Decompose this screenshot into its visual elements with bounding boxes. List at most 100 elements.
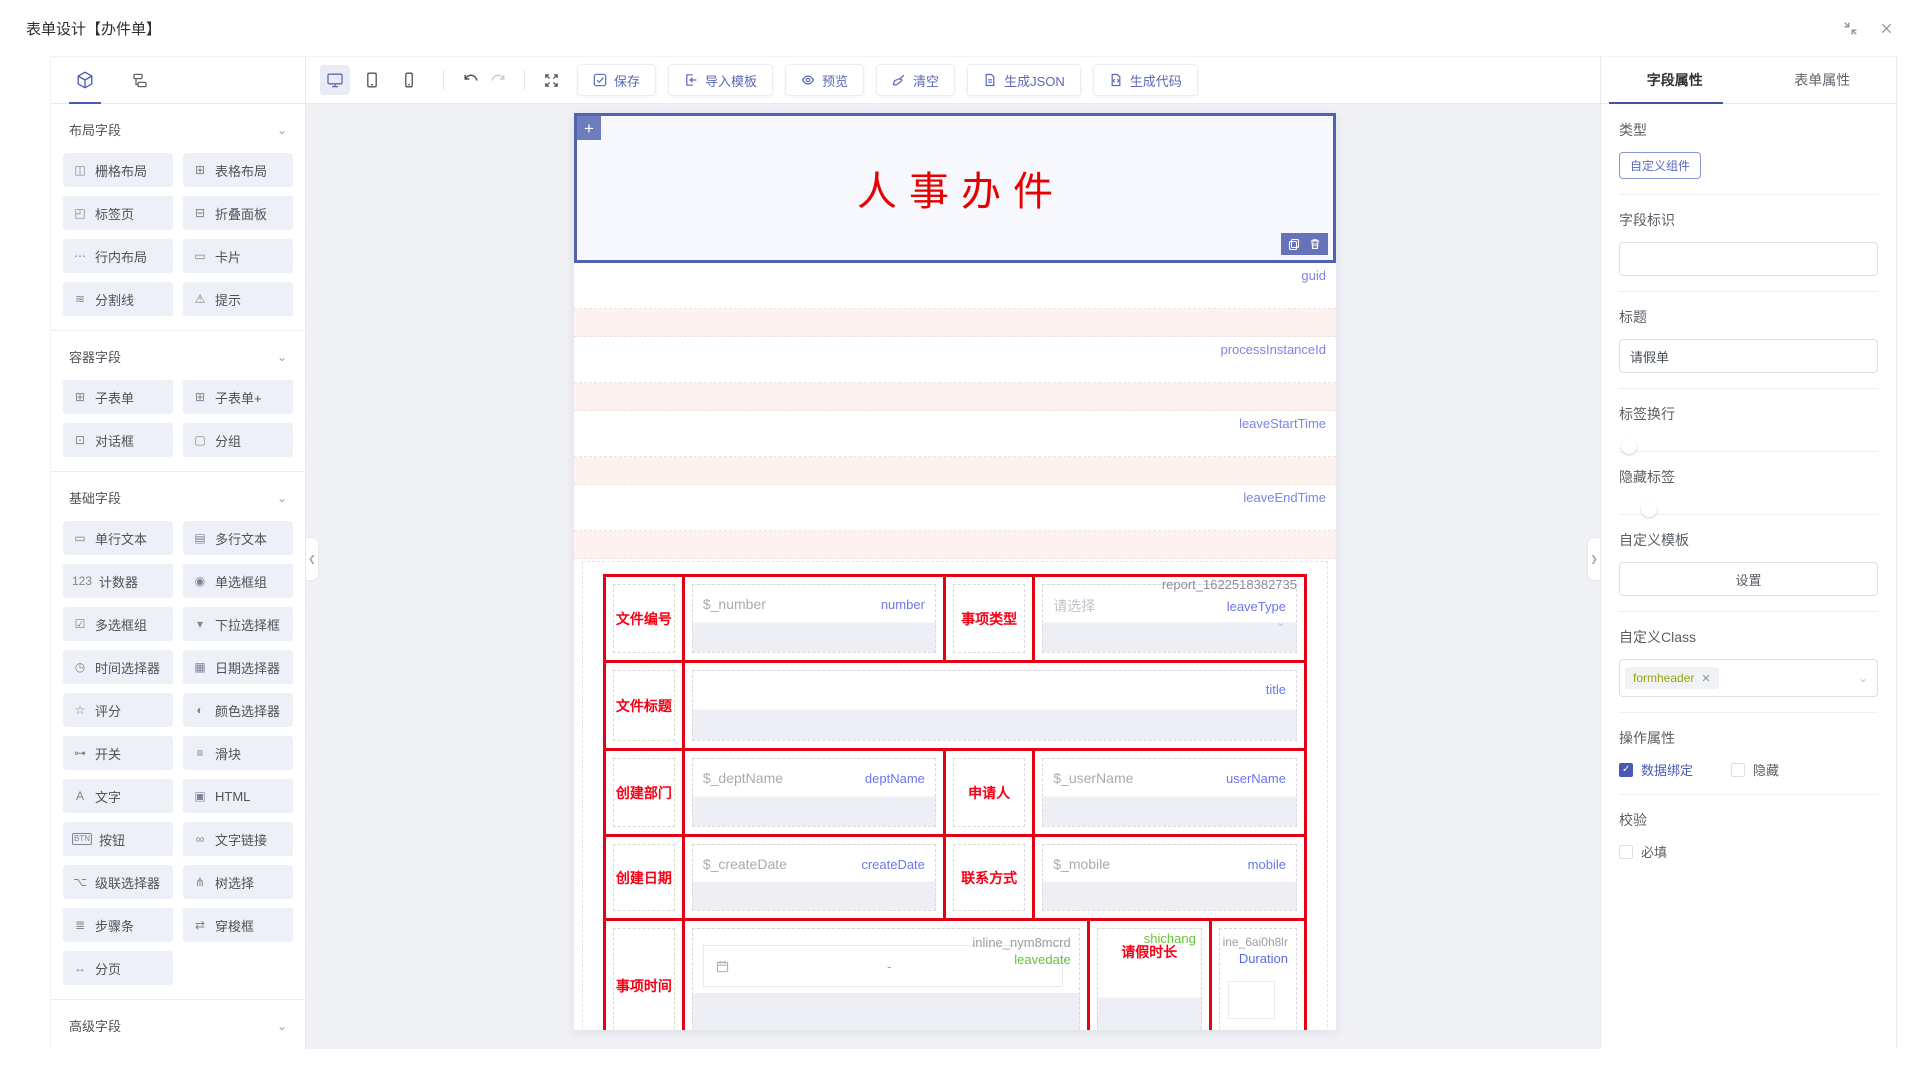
hidden-field-row[interactable]: leaveStartTime bbox=[574, 411, 1336, 457]
palette-item-inline-layout[interactable]: ⋯行内布局 bbox=[63, 239, 173, 273]
palette-item-counter[interactable]: 123计数器 bbox=[63, 564, 173, 598]
group-title: 标题 请假单 bbox=[1619, 307, 1878, 389]
palette-item-transfer[interactable]: ⇄穿梭框 bbox=[183, 908, 293, 942]
palette-item-button[interactable]: BTN按钮 bbox=[63, 822, 173, 856]
section-header-basic[interactable]: 基础字段 bbox=[63, 488, 293, 507]
palette-item-dialog[interactable]: ⊡对话框 bbox=[63, 423, 173, 457]
generate-json-button[interactable]: 生成JSON bbox=[967, 64, 1081, 96]
palette-item-link[interactable]: ∞文字链接 bbox=[183, 822, 293, 856]
collapse-left-panel-handle[interactable] bbox=[306, 537, 319, 581]
palette-item-textarea[interactable]: ▤多行文本 bbox=[183, 521, 293, 555]
design-area: 保存 导入模板 预览 清空 生成JSON 生成代码 人事办件 guid pr bbox=[306, 56, 1600, 1049]
section-header-advanced[interactable]: 高级字段 bbox=[63, 1016, 293, 1035]
label-cell-matter-type[interactable]: 事项类型 bbox=[946, 577, 1035, 660]
palette-item-tabs[interactable]: ◰标签页 bbox=[63, 196, 173, 230]
palette-item-card[interactable]: ▭卡片 bbox=[183, 239, 293, 273]
input-cell-title[interactable]: title bbox=[685, 663, 1304, 748]
palette-item-tree-select[interactable]: ⋔树选择 bbox=[183, 865, 293, 899]
palette-item-pagination[interactable]: ↔分页 bbox=[63, 951, 173, 985]
palette-item-date-picker[interactable]: ▦日期选择器 bbox=[183, 650, 293, 684]
duration-input-cell[interactable]: ine_6ai0h8lrDuration bbox=[1212, 921, 1304, 1030]
close-icon[interactable] bbox=[1879, 21, 1894, 36]
move-handle-icon[interactable] bbox=[577, 116, 601, 140]
palette-item-slider[interactable]: ≡滑块 bbox=[183, 736, 293, 770]
label-cell-file-title[interactable]: 文件标题 bbox=[606, 663, 685, 748]
input-cell-number[interactable]: $_numbernumber bbox=[685, 577, 946, 660]
palette-item-select[interactable]: ▾下拉选择框 bbox=[183, 607, 293, 641]
palette-item-grid-layout[interactable]: ◫栅格布局 bbox=[63, 153, 173, 187]
palette-item-alert[interactable]: ⚠提示 bbox=[183, 282, 293, 316]
input-cell-dept-name[interactable]: $_deptNamedeptName bbox=[685, 751, 946, 834]
form-canvas[interactable]: 人事办件 guid processInstanceId leaveStartTi… bbox=[306, 104, 1600, 1049]
palette-item-rate[interactable]: ☆评分 bbox=[63, 693, 173, 727]
field-key-input[interactable] bbox=[1619, 242, 1878, 276]
data-bind-checkbox[interactable]: 数据绑定 bbox=[1619, 760, 1693, 779]
input-cell-create-date[interactable]: $_createDatecreateDate bbox=[685, 837, 946, 918]
input-cell-user-name[interactable]: $_userNameuserName bbox=[1035, 751, 1304, 834]
date-range-cell[interactable]: inline_nym8mcrdleavedate - bbox=[685, 921, 1090, 1030]
hidden-checkbox[interactable]: 隐藏 bbox=[1731, 760, 1779, 779]
settings-button[interactable]: 设置 bbox=[1619, 562, 1878, 596]
device-tablet-button[interactable] bbox=[357, 65, 387, 95]
palette-item-collapse[interactable]: ⊟折叠面板 bbox=[183, 196, 293, 230]
import-template-button[interactable]: 导入模板 bbox=[668, 64, 773, 96]
tab-form-properties[interactable]: 表单属性 bbox=[1749, 57, 1897, 103]
tab-field-properties[interactable]: 字段属性 bbox=[1601, 57, 1749, 103]
generate-code-button[interactable]: 生成代码 bbox=[1093, 64, 1198, 96]
device-phone-button[interactable] bbox=[394, 65, 424, 95]
hidden-component-row[interactable] bbox=[574, 383, 1336, 411]
save-button[interactable]: 保存 bbox=[577, 64, 656, 96]
hidden-field-row[interactable]: processInstanceId bbox=[574, 337, 1336, 383]
palette-item-divider[interactable]: ≋分割线 bbox=[63, 282, 173, 316]
device-desktop-button[interactable] bbox=[320, 65, 350, 95]
label-cell-contact[interactable]: 联系方式 bbox=[946, 837, 1035, 918]
palette-item-steps[interactable]: ≣步骤条 bbox=[63, 908, 173, 942]
hidden-component-row[interactable] bbox=[574, 457, 1336, 485]
palette-item-text[interactable]: A文字 bbox=[63, 779, 173, 813]
title-input[interactable]: 请假单 bbox=[1619, 339, 1878, 373]
label-cell-create-dept[interactable]: 创建部门 bbox=[606, 751, 685, 834]
section-header-layout[interactable]: 布局字段 bbox=[63, 120, 293, 139]
copy-icon[interactable] bbox=[1288, 238, 1300, 250]
fullscreen-button[interactable] bbox=[537, 66, 565, 94]
palette-item-switch[interactable]: ⊶开关 bbox=[63, 736, 173, 770]
section-basic-fields: 基础字段 ▭单行文本 ▤多行文本 123计数器 ◉单选框组 ☑多选框组 ▾下拉选… bbox=[51, 472, 305, 1000]
palette-item-radio-group[interactable]: ◉单选框组 bbox=[183, 564, 293, 598]
hidden-field-row[interactable]: leaveEndTime bbox=[574, 485, 1336, 531]
palette-item-table-layout[interactable]: ⊞表格布局 bbox=[183, 153, 293, 187]
palette-item-cascader[interactable]: ⌥级联选择器 bbox=[63, 865, 173, 899]
undo-button[interactable] bbox=[456, 66, 484, 94]
redo-button[interactable] bbox=[484, 66, 512, 94]
collapse-right-panel-handle[interactable] bbox=[1587, 537, 1600, 581]
duration-input[interactable] bbox=[1228, 981, 1275, 1019]
palette-item-group[interactable]: ▢分组 bbox=[183, 423, 293, 457]
palette-item-color-picker[interactable]: ◐颜色选择器 bbox=[183, 693, 293, 727]
palette-item-time-picker[interactable]: ◷时间选择器 bbox=[63, 650, 173, 684]
form-header-component-selected[interactable]: 人事办件 bbox=[574, 113, 1336, 263]
label-cell-applicant[interactable]: 申请人 bbox=[946, 751, 1035, 834]
hidden-component-row[interactable] bbox=[574, 531, 1336, 559]
tab-outline[interactable] bbox=[131, 57, 149, 103]
palette-item-checkbox-group[interactable]: ☑多选框组 bbox=[63, 607, 173, 641]
hidden-field-row[interactable]: guid bbox=[574, 263, 1336, 309]
class-select[interactable]: formheader bbox=[1619, 659, 1878, 697]
label-cell-file-number[interactable]: 文件编号 bbox=[606, 577, 685, 660]
exit-fullscreen-icon[interactable] bbox=[1842, 20, 1859, 37]
preview-button[interactable]: 预览 bbox=[785, 64, 864, 96]
label-cell-matter-time[interactable]: 事项时间 bbox=[606, 921, 685, 1030]
trash-icon[interactable] bbox=[1309, 238, 1321, 250]
component-palette-panel: 布局字段 ◫栅格布局 ⊞表格布局 ◰标签页 ⊟折叠面板 ⋯行内布局 ▭卡片 ≋分… bbox=[50, 56, 306, 1049]
input-cell-mobile[interactable]: $_mobilemobile bbox=[1035, 837, 1304, 918]
required-checkbox[interactable]: 必填 bbox=[1619, 842, 1878, 861]
remove-tag-icon[interactable] bbox=[1701, 672, 1710, 685]
label-cell-create-date[interactable]: 创建日期 bbox=[606, 837, 685, 918]
palette-item-input[interactable]: ▭单行文本 bbox=[63, 521, 173, 555]
clear-button[interactable]: 清空 bbox=[876, 64, 955, 96]
duration-label-cell[interactable]: shichang 请假时长 bbox=[1090, 921, 1212, 1030]
palette-item-subform[interactable]: ⊞子表单 bbox=[63, 380, 173, 414]
palette-item-html[interactable]: ▣HTML bbox=[183, 779, 293, 813]
section-header-container[interactable]: 容器字段 bbox=[63, 347, 293, 366]
palette-item-subform-plus[interactable]: ⊞子表单+ bbox=[183, 380, 293, 414]
tab-components[interactable] bbox=[75, 57, 95, 103]
hidden-component-row[interactable] bbox=[574, 309, 1336, 337]
